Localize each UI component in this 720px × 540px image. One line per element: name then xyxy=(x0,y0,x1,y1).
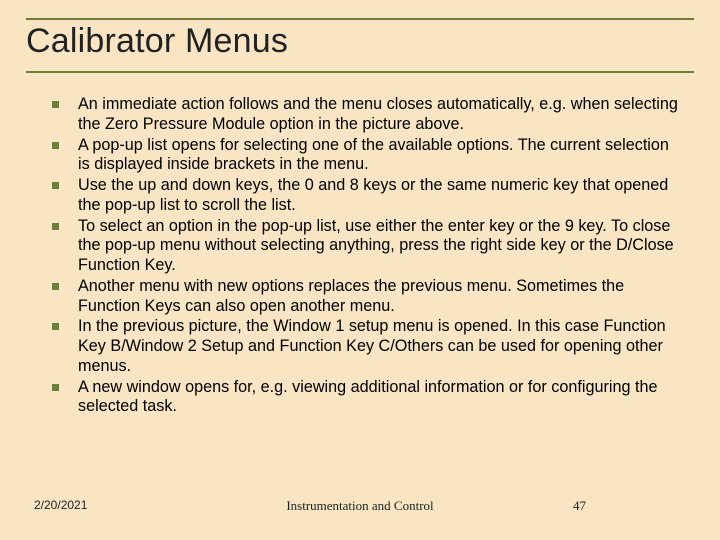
bullet-list: An immediate action follows and the menu… xyxy=(50,95,682,417)
list-item: Another menu with new options replaces t… xyxy=(50,277,682,317)
list-item: An immediate action follows and the menu… xyxy=(50,95,682,135)
list-item: A pop-up list opens for selecting one of… xyxy=(50,136,682,176)
page-title: Calibrator Menus xyxy=(26,22,694,61)
list-item: In the previous picture, the Window 1 se… xyxy=(50,317,682,376)
list-item: A new window opens for, e.g. viewing add… xyxy=(50,378,682,418)
slide-footer: 2/20/2021 Instrumentation and Control 47 xyxy=(0,498,720,514)
list-item: To select an option in the pop-up list, … xyxy=(50,217,682,276)
footer-title: Instrumentation and Control xyxy=(0,498,720,514)
list-item: Use the up and down keys, the 0 and 8 ke… xyxy=(50,176,682,216)
body-content: An immediate action follows and the menu… xyxy=(26,95,694,417)
slide: Calibrator Menus An immediate action fol… xyxy=(0,0,720,540)
title-rule-box: Calibrator Menus xyxy=(26,18,694,73)
